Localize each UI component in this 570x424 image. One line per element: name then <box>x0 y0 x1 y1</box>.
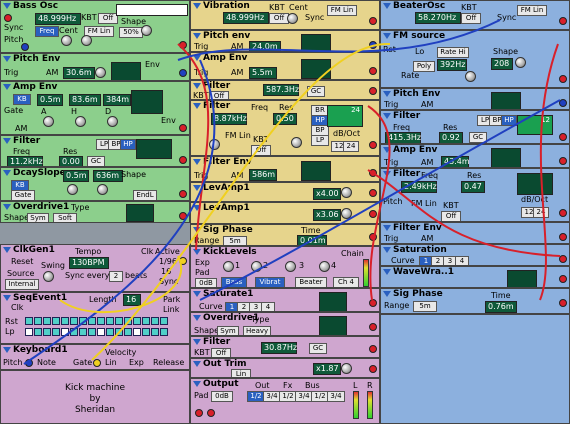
cable-yellow <box>91 42 391 361</box>
cable-blue <box>177 19 501 61</box>
cable-yellow <box>59 255 182 314</box>
cable-red <box>367 169 561 257</box>
patch-cables <box>23 19 561 365</box>
cable-blue <box>199 99 561 301</box>
cable-blue <box>23 59 216 365</box>
cable-red <box>177 43 210 251</box>
cable-red <box>539 43 559 301</box>
